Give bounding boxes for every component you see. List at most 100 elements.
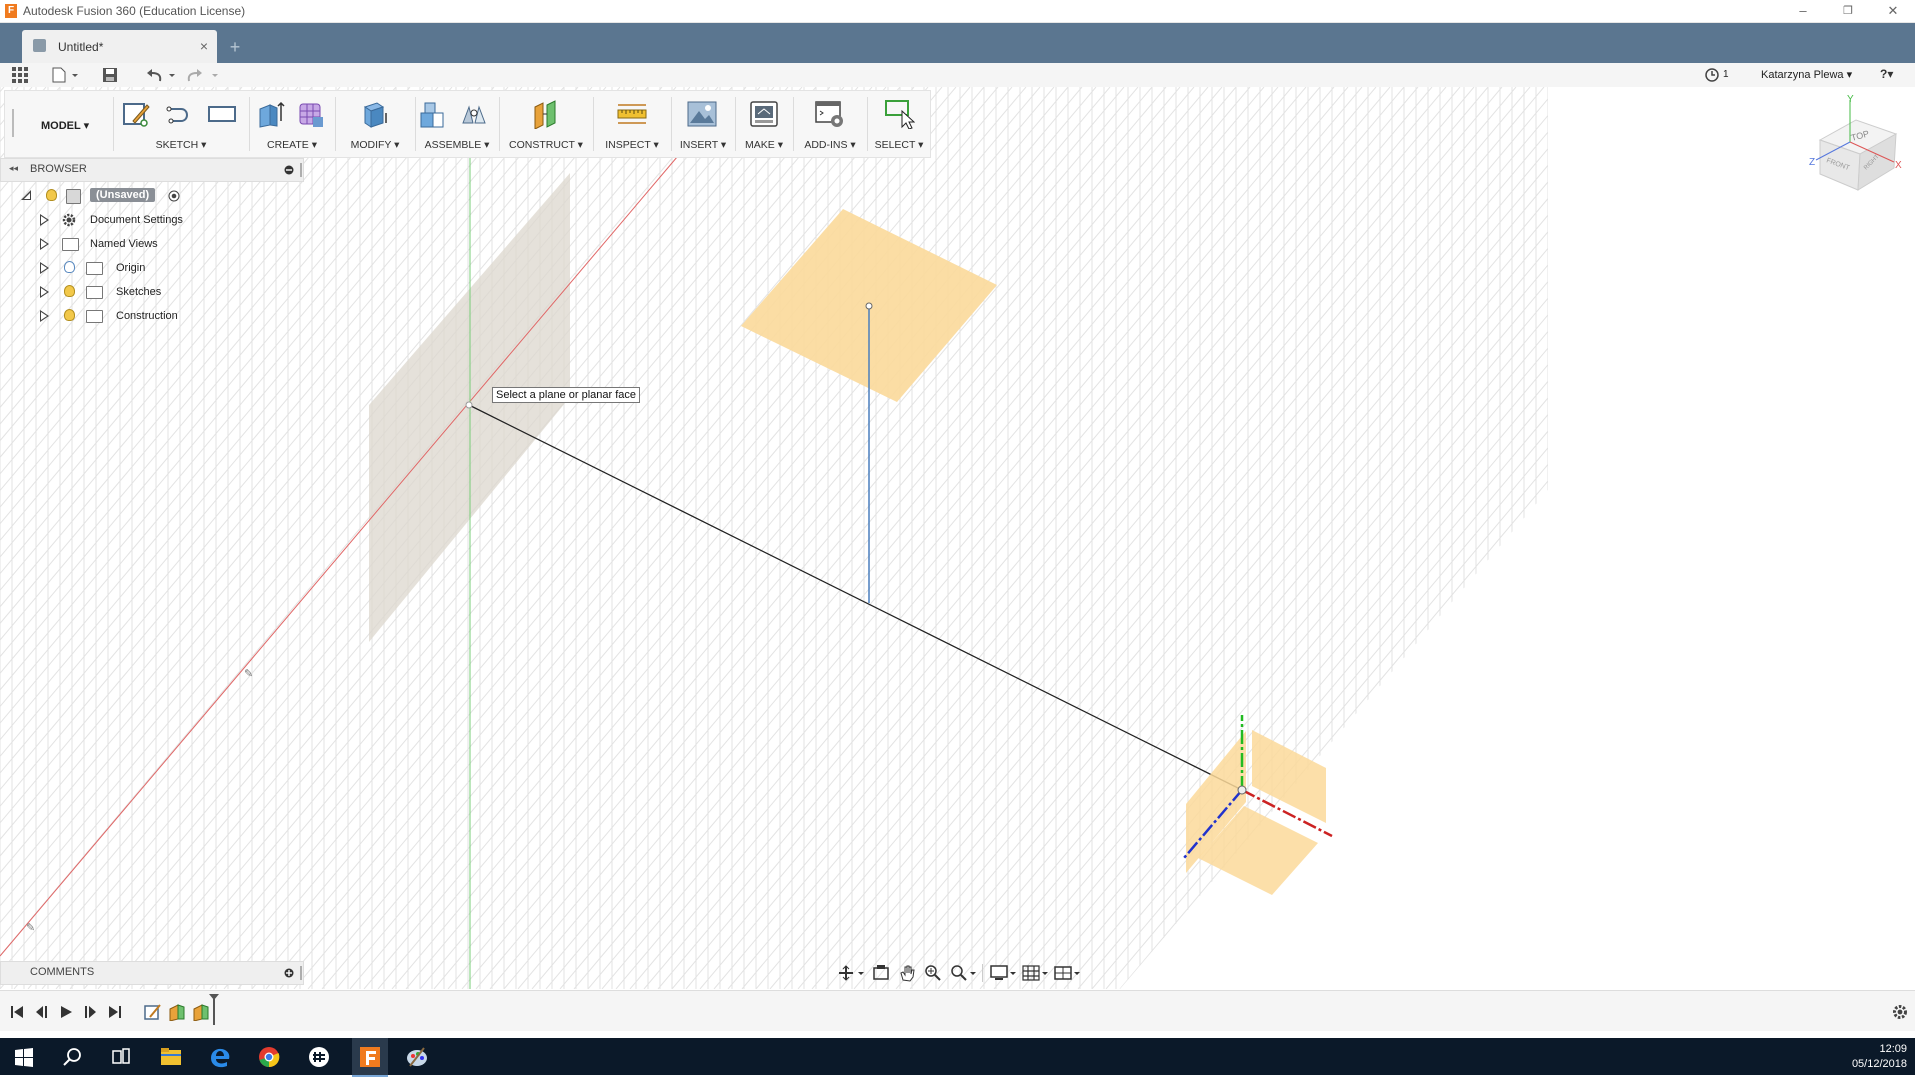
collapse-browser-icon[interactable]: ◂◂ bbox=[9, 163, 18, 174]
go-to-end-icon[interactable] bbox=[108, 1005, 122, 1019]
create-group[interactable]: CREATE ▾ bbox=[251, 91, 333, 157]
sketch-menu[interactable]: SKETCH ▾ bbox=[115, 139, 247, 151]
inspect-group[interactable]: INSPECT ▾ bbox=[595, 91, 669, 157]
assemble-group[interactable]: ASSEMBLE ▾ bbox=[417, 91, 497, 157]
new-component-icon[interactable] bbox=[417, 99, 447, 129]
browser-panel-header[interactable]: ◂◂ BROWSER bbox=[0, 158, 304, 182]
origin-point[interactable] bbox=[1237, 785, 1247, 795]
system-clock[interactable]: 12:09 05/12/2018 bbox=[1852, 1042, 1907, 1072]
measure-icon[interactable] bbox=[617, 99, 647, 129]
make-menu[interactable]: MAKE ▾ bbox=[737, 139, 791, 151]
timeline-sketch-feature-icon[interactable] bbox=[144, 1003, 162, 1021]
document-tab[interactable]: Untitled* × bbox=[22, 30, 217, 63]
select-menu[interactable]: SELECT ▾ bbox=[869, 139, 929, 151]
chrome-browser-icon[interactable] bbox=[256, 1044, 282, 1070]
expand-triangle-icon[interactable] bbox=[40, 310, 49, 322]
paint-app-icon[interactable] bbox=[404, 1044, 430, 1070]
zoom-icon[interactable] bbox=[924, 964, 942, 982]
look-at-icon[interactable] bbox=[872, 964, 890, 982]
construct-menu[interactable]: CONSTRUCT ▾ bbox=[501, 139, 591, 151]
job-status-clock-icon[interactable] bbox=[1704, 67, 1720, 83]
create-sketch-icon[interactable] bbox=[121, 99, 151, 129]
restore-button[interactable]: ❐ bbox=[1833, 2, 1863, 20]
addins-group[interactable]: ADD-INS ▾ bbox=[795, 91, 865, 157]
windows-start-icon[interactable] bbox=[11, 1044, 37, 1070]
insert-menu[interactable]: INSERT ▾ bbox=[673, 139, 733, 151]
expand-triangle-icon[interactable] bbox=[40, 262, 49, 274]
visibility-bulb-icon[interactable] bbox=[64, 309, 75, 321]
origin-xy-plane[interactable] bbox=[1252, 730, 1326, 823]
expand-triangle-icon[interactable] bbox=[40, 286, 49, 298]
go-to-start-icon[interactable] bbox=[10, 1005, 24, 1019]
extrude-icon[interactable] bbox=[255, 99, 285, 129]
browser-options-icon[interactable] bbox=[284, 165, 294, 175]
rectangle-tool-icon[interactable] bbox=[207, 99, 237, 129]
line-tool-icon[interactable] bbox=[163, 99, 193, 129]
search-icon[interactable] bbox=[60, 1044, 86, 1070]
addins-menu[interactable]: ADD-INS ▾ bbox=[795, 139, 865, 151]
construct-group[interactable]: CONSTRUCT ▾ bbox=[501, 91, 591, 157]
display-settings-icon[interactable] bbox=[990, 964, 1018, 982]
task-view-icon[interactable] bbox=[108, 1044, 134, 1070]
close-tab-icon[interactable]: × bbox=[200, 38, 208, 54]
browser-item-named-views[interactable]: Named Views bbox=[0, 234, 302, 254]
make-group[interactable]: MAKE ▾ bbox=[737, 91, 791, 157]
step-back-icon[interactable] bbox=[35, 1005, 49, 1019]
play-icon[interactable] bbox=[59, 1005, 73, 1019]
view-cube[interactable]: TOP FRONT RIGHT Y X Z bbox=[1808, 92, 1908, 202]
user-account-menu[interactable]: Katarzyna Plewa ▾ bbox=[1761, 68, 1852, 81]
viewports-icon[interactable] bbox=[1054, 964, 1082, 982]
sketch-group[interactable]: SKETCH ▾ bbox=[115, 91, 247, 157]
visibility-bulb-icon[interactable] bbox=[64, 285, 75, 297]
insert-group[interactable]: INSERT ▾ bbox=[673, 91, 733, 157]
orbit-icon[interactable] bbox=[838, 964, 866, 982]
insert-canvas-icon[interactable] bbox=[687, 99, 717, 129]
assemble-menu[interactable]: ASSEMBLE ▾ bbox=[417, 139, 497, 151]
close-button[interactable]: ✕ bbox=[1878, 2, 1908, 20]
select-tool-icon[interactable] bbox=[885, 99, 915, 129]
create-menu[interactable]: CREATE ▾ bbox=[251, 139, 333, 151]
browser-pin-icon[interactable] bbox=[299, 163, 303, 177]
fusion-360-taskbar-icon[interactable] bbox=[357, 1044, 383, 1070]
offset-plane-icon[interactable] bbox=[531, 99, 561, 129]
redo-icon[interactable] bbox=[186, 67, 220, 83]
point-marker[interactable] bbox=[865, 302, 873, 310]
comments-panel-header[interactable]: COMMENTS bbox=[0, 961, 304, 985]
comments-pin-icon[interactable] bbox=[299, 966, 303, 980]
line-start-point[interactable] bbox=[465, 401, 473, 409]
grid-settings-icon[interactable] bbox=[1022, 964, 1050, 982]
create-form-icon[interactable] bbox=[295, 99, 325, 129]
minimize-button[interactable]: – bbox=[1788, 2, 1818, 20]
add-comment-icon[interactable] bbox=[284, 968, 294, 978]
modify-group[interactable]: MODIFY ▾ bbox=[337, 91, 413, 157]
hidden-bulb-icon[interactable] bbox=[64, 261, 75, 273]
3d-print-icon[interactable] bbox=[749, 99, 779, 129]
timeline-marker-handle[interactable] bbox=[208, 993, 220, 1027]
collapse-root-icon[interactable] bbox=[20, 189, 32, 201]
help-menu[interactable]: ?▾ bbox=[1880, 67, 1893, 81]
file-menu-icon[interactable] bbox=[52, 67, 82, 83]
browser-item-origin[interactable]: Origin bbox=[0, 258, 302, 278]
browser-item-document-settings[interactable]: Document Settings bbox=[0, 210, 302, 230]
timeline-settings-gear-icon[interactable] bbox=[1892, 1004, 1908, 1020]
expand-triangle-icon[interactable] bbox=[40, 238, 49, 250]
save-icon[interactable] bbox=[102, 67, 118, 83]
slack-icon[interactable] bbox=[306, 1044, 332, 1070]
data-panel-grid-icon[interactable] bbox=[12, 67, 28, 83]
select-group[interactable]: SELECT ▾ bbox=[869, 91, 929, 157]
browser-item-construction[interactable]: Construction bbox=[0, 306, 302, 326]
modify-menu[interactable]: MODIFY ▾ bbox=[337, 139, 413, 151]
browser-root-node[interactable]: (Unsaved) bbox=[0, 186, 302, 206]
step-forward-icon[interactable] bbox=[83, 1005, 97, 1019]
timeline-plane-feature-icon[interactable] bbox=[168, 1003, 186, 1021]
file-explorer-icon[interactable] bbox=[158, 1044, 184, 1070]
fit-zoom-icon[interactable] bbox=[950, 964, 978, 982]
press-pull-icon[interactable] bbox=[359, 99, 389, 129]
inspect-menu[interactable]: INSPECT ▾ bbox=[595, 139, 669, 151]
pan-hand-icon[interactable] bbox=[898, 964, 916, 982]
joint-icon[interactable] bbox=[459, 99, 489, 129]
browser-item-sketches[interactable]: Sketches bbox=[0, 282, 302, 302]
sketch-line[interactable] bbox=[468, 404, 1243, 791]
undo-icon[interactable] bbox=[143, 67, 177, 83]
visibility-bulb-icon[interactable] bbox=[46, 189, 57, 201]
